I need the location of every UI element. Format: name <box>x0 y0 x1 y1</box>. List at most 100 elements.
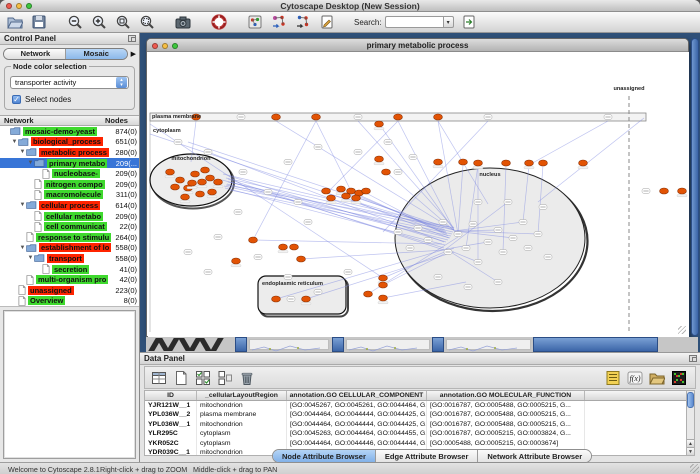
window-titlebar[interactable]: Cytoscape Desktop (New Session) <box>0 0 700 12</box>
tree-column-headers[interactable]: Network Nodes <box>0 115 139 126</box>
tree-row[interactable]: ▼primary metabo209(... <box>0 158 139 169</box>
tab-mosaic[interactable]: Mosaic <box>66 49 127 59</box>
tree-row[interactable]: unassigned223(0) <box>0 285 139 296</box>
attribute-list-button[interactable] <box>603 368 622 387</box>
table-row[interactable]: YPL036W__2plasma membrane[GO:0044464, GO… <box>145 410 687 419</box>
tree-row[interactable]: ▼biological_process651(0) <box>0 137 139 148</box>
expand-arrow-icon[interactable]: ▼ <box>19 245 26 251</box>
background-titlebar-fragment <box>432 337 444 352</box>
function-builder-button[interactable]: f(x) <box>625 368 644 387</box>
tree-row-node-count: 558(0) <box>115 243 137 252</box>
import-attributes-button[interactable] <box>647 368 666 387</box>
table-row[interactable]: YJR121W__1mitochondrion[GO:0045267, GO:0… <box>145 401 687 410</box>
attribute-table-button[interactable] <box>149 368 168 387</box>
table-row[interactable]: YKR052Ccytoplasm[GO:0044464, GO:0044446,… <box>145 439 687 448</box>
tree-row[interactable]: nitrogen compo209(0) <box>0 179 139 190</box>
scroll-up-button[interactable]: ▲ <box>687 439 694 447</box>
search-label: Search: <box>354 18 382 27</box>
select-attributes-button[interactable] <box>193 368 212 387</box>
search-input[interactable] <box>385 16 443 28</box>
import-network-button[interactable] <box>270 14 288 31</box>
tree-row[interactable]: mosaic-demo-yeast874(0) <box>0 126 139 137</box>
expand-arrow-icon[interactable]: ▼ <box>19 202 26 208</box>
tab-node-attribute-browser[interactable]: Node Attribute Browser <box>273 450 376 462</box>
search-go-button[interactable] <box>460 14 478 31</box>
tree-row[interactable]: ▼cellular process614(0) <box>0 200 139 211</box>
tab-overflow-arrow-icon[interactable]: ▶ <box>131 50 136 58</box>
table-cell: [GO:0044464, GO:0044444, GO:0044425, G..… <box>287 410 427 419</box>
float-panel-icon[interactable] <box>689 355 697 362</box>
tree-row[interactable]: macromolecule311(0) <box>0 190 139 201</box>
annotation-tool-button[interactable] <box>318 14 336 31</box>
network-canvas[interactable]: plasma membranecytoplasmmitochondrionnuc… <box>148 52 689 337</box>
table-cell <box>585 429 687 438</box>
tree-row[interactable]: ▼metabolic process280(0) <box>0 147 139 158</box>
table-vertical-scrollbar[interactable]: ▲ ▼ <box>686 390 695 456</box>
delete-attribute-button[interactable] <box>237 368 256 387</box>
frame-titlebar[interactable]: primary metabolic process <box>147 39 688 52</box>
table-cell <box>585 420 687 429</box>
column-header[interactable] <box>585 391 687 400</box>
column-header[interactable]: annotation.GO CELLULAR_COMPONENT <box>287 391 427 400</box>
zoom-out-button[interactable] <box>66 14 84 31</box>
network-view-frame[interactable]: primary metabolic process plasma membran… <box>146 38 689 337</box>
frame-resize-grip[interactable] <box>678 326 686 334</box>
new-attribute-button[interactable] <box>171 368 190 387</box>
search-dropdown-arrow-icon[interactable]: ▾ <box>443 16 454 28</box>
tree-row[interactable]: cellular metabo209(0) <box>0 211 139 222</box>
nodes-column-header[interactable]: Nodes <box>105 116 139 125</box>
table-cell: [GO:0044464, GO:0044446, GO:0044444, G..… <box>287 439 427 448</box>
heatmap-button[interactable] <box>669 368 688 387</box>
desktop-vertical-scrollbar[interactable] <box>691 38 699 336</box>
attribute-table[interactable]: ID_cellularLayoutRegionannotation.GO CEL… <box>144 390 688 456</box>
tab-network-attribute-browser[interactable]: Network Attribute Browser <box>478 450 591 462</box>
tree-row-label: establishment of lo <box>39 243 111 252</box>
expand-arrow-icon[interactable]: ▼ <box>11 139 18 145</box>
folder-icon <box>18 138 29 146</box>
zoom-selected-button[interactable] <box>114 14 132 31</box>
table-row[interactable]: YPL036W__1mitochondrion[GO:0044464, GO:0… <box>145 420 687 429</box>
node-color-dropdown[interactable]: transporter activity ▴▾ <box>10 76 129 89</box>
expand-arrow-icon[interactable]: ▼ <box>27 255 34 261</box>
float-panel-icon[interactable] <box>128 35 136 42</box>
vizmapper-button[interactable] <box>246 14 264 31</box>
tree-row[interactable]: multi-organism pro42(0) <box>0 274 139 285</box>
tree-row[interactable]: nucleobase-209(0) <box>0 168 139 179</box>
attribute-batch-button[interactable] <box>215 368 234 387</box>
tree-row[interactable]: Overview8(0) <box>0 296 139 307</box>
tree-row[interactable]: ▼transport558(0) <box>0 253 139 264</box>
window-resize-grip[interactable] <box>690 464 699 473</box>
tab-edge-attribute-browser[interactable]: Edge Attribute Browser <box>376 450 478 462</box>
zoom-in-button[interactable] <box>90 14 108 31</box>
scroll-down-button[interactable]: ▼ <box>687 447 694 455</box>
expand-arrow-icon[interactable]: ▼ <box>27 160 34 166</box>
select-nodes-label: Select nodes <box>25 95 71 104</box>
node-color-selection-group: Node color selection transporter activit… <box>4 66 135 110</box>
save-button[interactable] <box>30 14 48 31</box>
tree-row[interactable]: secretion41(0) <box>0 264 139 275</box>
table-row[interactable]: YLR295Ccytoplasm[GO:0045263, GO:0044464,… <box>145 429 687 438</box>
expand-arrow-icon[interactable]: ▼ <box>19 149 26 155</box>
tree-row[interactable]: ▼ establishment of lo 558(0) <box>0 243 139 254</box>
scrollbar-thumb[interactable] <box>687 392 694 408</box>
tree-row[interactable]: cell communicat22(0) <box>0 221 139 232</box>
column-header[interactable]: _cellularLayoutRegion <box>197 391 287 400</box>
zoom-fit-button[interactable] <box>138 14 156 31</box>
file-icon <box>18 285 26 295</box>
network-column-header[interactable]: Network <box>0 116 105 125</box>
node-color-dropdown-value: transporter activity <box>11 78 116 87</box>
tree-row-label: response to stimulu <box>36 233 111 242</box>
tab-network[interactable]: Network <box>4 49 66 59</box>
select-nodes-checkbox[interactable]: ✓ <box>12 95 21 104</box>
open-folder-button[interactable] <box>6 14 24 31</box>
snapshot-camera-button[interactable] <box>174 14 192 31</box>
tree-row-label: primary metabo <box>47 159 107 168</box>
column-header[interactable]: ID <box>145 391 197 400</box>
tree-row-label: unassigned <box>28 286 74 295</box>
import-table-button[interactable] <box>294 14 312 31</box>
birdseye-view[interactable] <box>3 310 136 459</box>
tree-row-label: nucleobase- <box>52 169 100 178</box>
column-header[interactable]: annotation.GO MOLECULAR_FUNCTION <box>427 391 585 400</box>
help-lifering-button[interactable] <box>210 14 228 31</box>
tree-row[interactable]: response to stimulu264(0) <box>0 232 139 243</box>
